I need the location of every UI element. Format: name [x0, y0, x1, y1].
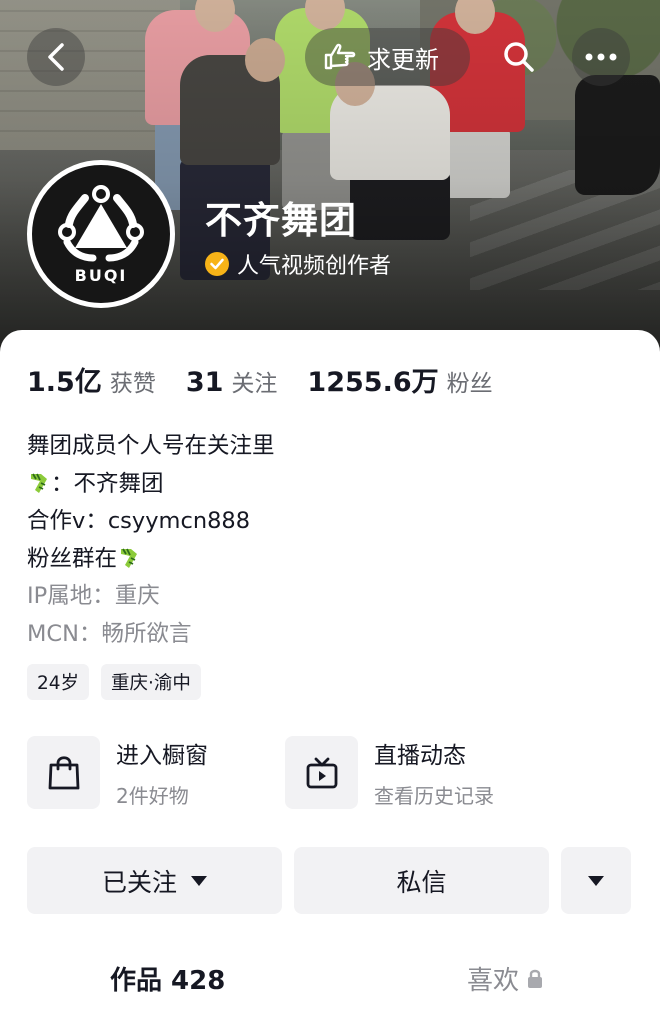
expand-recommendations-button[interactable]: [561, 847, 631, 914]
buqi-logo-icon: [58, 184, 144, 261]
stat-value: 31: [185, 367, 224, 398]
profile-name: 不齐舞团: [205, 199, 357, 242]
stats-row: 1.5亿 获赞 31 关注 1255.6万 粉丝: [27, 360, 523, 399]
following-button[interactable]: 已关注: [27, 847, 282, 914]
live-activity-subtitle: 查看历史记录: [374, 784, 494, 808]
tab-likes-label: 喜欢: [467, 966, 520, 996]
verification-row: 人气视频创作者: [205, 248, 391, 280]
shop-window-title: 进入橱窗: [116, 743, 208, 769]
stat-following[interactable]: 31 关注: [186, 364, 278, 398]
shopping-bag-icon: [48, 755, 79, 789]
shop-window-entry[interactable]: 进入橱窗 2件好物: [27, 736, 208, 809]
tag-row: 24岁 重庆·渝中: [27, 664, 201, 700]
message-button-label: 私信: [396, 867, 447, 897]
scarf-emoji-icon: [31, 473, 47, 493]
bio-line: ：不齐舞团: [27, 466, 275, 504]
lock-icon: [528, 969, 543, 988]
shop-window-subtitle: 2件好物: [116, 784, 189, 808]
request-update-button[interactable]: 求更新: [305, 28, 470, 86]
verification-text: 人气视频创作者: [237, 254, 392, 279]
ip-location: IP属地：重庆: [27, 583, 160, 609]
stat-value: 1255.6万: [307, 367, 439, 398]
live-activity-entry[interactable]: 直播动态 查看历史记录: [285, 736, 494, 809]
bio-line-text: 粉丝群在: [27, 545, 118, 572]
bio-line: 合作v：csyymcn888: [27, 508, 251, 534]
tab-works[interactable]: 作品 428: [110, 960, 225, 997]
scarf-emoji-icon: [121, 548, 138, 568]
caret-down-icon: [191, 875, 207, 886]
avatar-logo-text: BUQI: [74, 265, 128, 285]
tv-icon: [306, 757, 337, 788]
verified-check-icon: [205, 252, 229, 276]
age-tag: 24岁: [27, 664, 90, 700]
location-tag: 重庆·渝中: [101, 664, 201, 700]
profile-card: 1.5亿 获赞 31 关注 1255.6万 粉丝 舞团成员个人号在关注里 ：不齐…: [0, 330, 660, 1013]
caret-down-icon: [588, 875, 604, 886]
pointing-hand-icon: [324, 43, 356, 70]
stat-followers[interactable]: 1255.6万 粉丝: [307, 360, 492, 399]
stat-label: 关注: [231, 371, 278, 397]
ellipsis-icon: [585, 53, 617, 61]
search-icon: [504, 42, 534, 72]
back-button[interactable]: [27, 28, 85, 86]
bio: 舞团成员个人号在关注里 ：不齐舞团 合作v：csyymcn888 粉丝群在 IP…: [27, 428, 275, 653]
bio-line: 舞团成员个人号在关注里: [27, 433, 275, 459]
stat-value: 1.5亿: [27, 367, 102, 398]
content-tabs: 作品 428 喜欢: [0, 960, 660, 1013]
tab-likes[interactable]: 喜欢: [467, 960, 543, 997]
bio-line: 粉丝群在: [27, 541, 275, 579]
message-button[interactable]: 私信: [294, 847, 549, 914]
chevron-left-icon: [48, 43, 64, 71]
following-button-label: 已关注: [101, 867, 177, 897]
stat-label: 粉丝: [446, 371, 493, 397]
live-activity-title: 直播动态: [374, 743, 466, 769]
bio-line-text: ：不齐舞团: [51, 470, 164, 497]
action-row: 已关注 私信: [27, 847, 631, 914]
stat-label: 获赞: [109, 371, 156, 397]
mcn-info: MCN：畅所欲言: [27, 620, 192, 647]
avatar[interactable]: BUQI: [27, 160, 175, 308]
stat-likes[interactable]: 1.5亿 获赞: [27, 360, 156, 399]
more-options-button[interactable]: [572, 28, 630, 86]
search-button[interactable]: [490, 28, 548, 86]
request-update-label: 求更新: [367, 45, 439, 74]
